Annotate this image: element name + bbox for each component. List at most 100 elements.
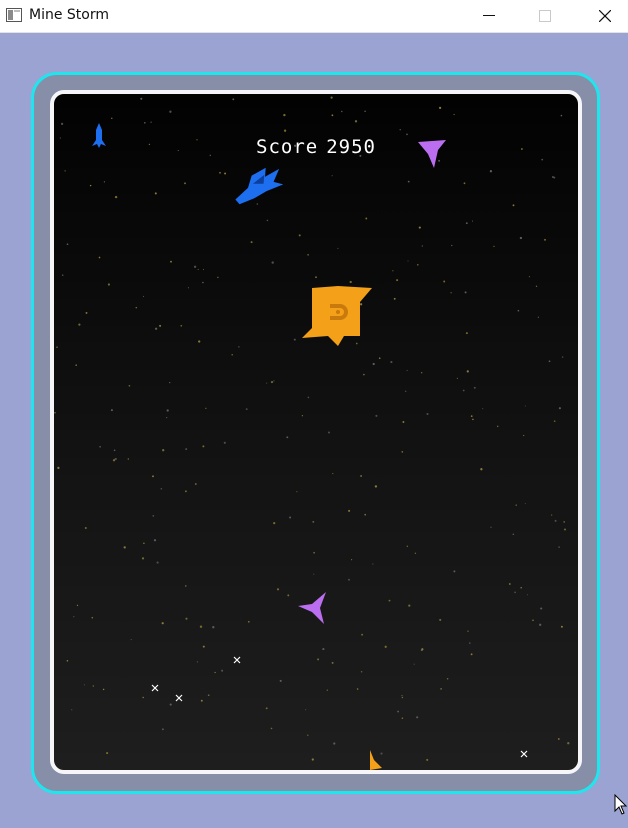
star (406, 369, 408, 372)
star (170, 260, 172, 263)
window-app-icon (6, 8, 22, 22)
star (567, 742, 570, 745)
star (374, 485, 378, 488)
star (443, 280, 446, 283)
star (180, 324, 183, 327)
star (553, 420, 556, 422)
projectile (520, 750, 528, 758)
star (439, 618, 442, 621)
star (331, 661, 334, 664)
star (473, 386, 476, 389)
star (135, 306, 138, 309)
star (390, 361, 393, 364)
star (273, 522, 276, 525)
game-viewport[interactable]: Score 2950 (50, 90, 582, 774)
minimize-icon (483, 15, 495, 16)
star (416, 716, 419, 719)
window-titlebar[interactable]: Mine Storm (0, 0, 628, 33)
star (214, 671, 216, 674)
star (193, 265, 197, 268)
star (540, 607, 543, 610)
star (401, 451, 404, 453)
star (159, 324, 162, 327)
star (548, 360, 551, 363)
star (537, 316, 539, 318)
star (333, 742, 336, 745)
star (150, 121, 152, 123)
star (466, 370, 469, 373)
star (276, 588, 280, 591)
star (185, 585, 187, 587)
star (219, 171, 221, 174)
star (161, 622, 164, 625)
star (200, 699, 203, 702)
star (143, 542, 145, 545)
star (482, 408, 484, 410)
star (332, 473, 334, 475)
star (60, 122, 64, 126)
star (359, 303, 363, 306)
star (564, 528, 566, 531)
star (348, 509, 351, 512)
star (85, 311, 88, 314)
star (401, 717, 404, 719)
star (156, 561, 159, 564)
star (152, 475, 154, 478)
projectile (233, 656, 241, 664)
minimize-button[interactable] (466, 0, 512, 32)
star (271, 261, 274, 264)
close-button[interactable] (582, 0, 628, 32)
magnetic-mine (302, 286, 372, 346)
star (407, 180, 410, 183)
star (322, 648, 325, 651)
star (515, 504, 517, 506)
star (127, 458, 130, 460)
star (221, 669, 224, 672)
star (514, 591, 516, 594)
star (154, 192, 157, 195)
maximize-button[interactable] (522, 0, 568, 32)
star (421, 245, 423, 247)
star (199, 625, 203, 628)
star (313, 551, 315, 554)
star (83, 684, 85, 686)
star (363, 373, 365, 376)
star (110, 409, 113, 412)
star (328, 431, 330, 434)
star (185, 617, 188, 620)
star (470, 653, 473, 656)
star (313, 573, 315, 575)
star (560, 114, 563, 117)
star (113, 449, 116, 452)
star (471, 220, 474, 222)
star (426, 412, 429, 416)
star (296, 491, 298, 493)
star (558, 546, 560, 548)
star (375, 414, 378, 417)
star (464, 291, 467, 294)
star (202, 645, 205, 648)
star (388, 599, 391, 602)
star (287, 594, 290, 597)
star (142, 295, 145, 298)
star (298, 234, 301, 237)
star (406, 545, 408, 547)
star (293, 338, 296, 341)
star (467, 630, 469, 632)
star (142, 696, 144, 699)
star (331, 114, 334, 117)
star (98, 256, 101, 259)
star (404, 390, 407, 393)
star (393, 297, 396, 300)
star (91, 616, 94, 619)
star (413, 663, 415, 665)
star (123, 546, 126, 549)
star (202, 268, 205, 270)
star (372, 563, 374, 565)
star (384, 645, 387, 648)
star (312, 521, 315, 523)
mine-fragment (370, 750, 382, 770)
star (551, 176, 554, 178)
star (307, 254, 309, 256)
star (519, 236, 523, 240)
